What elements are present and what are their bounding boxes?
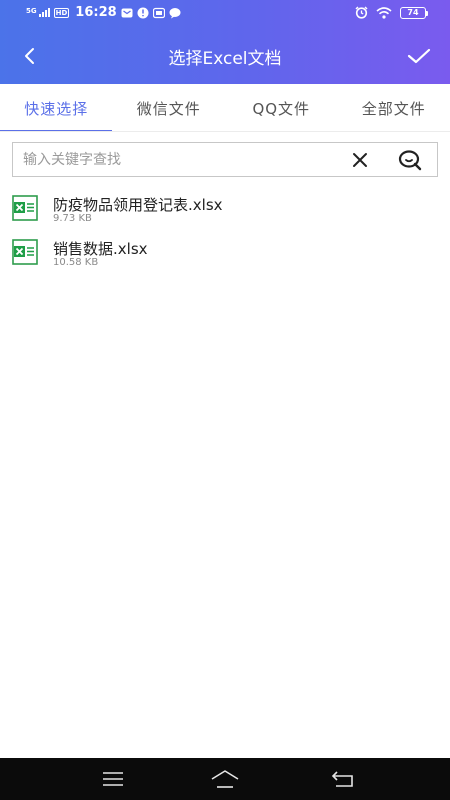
file-name: 防疫物品领用登记表.xlsx — [53, 196, 223, 214]
wifi-icon — [376, 6, 392, 19]
excel-file-icon — [12, 195, 38, 221]
file-list: 防疫物品领用登记表.xlsx 9.73 KB 销售数据.xlsx 10.58 K… — [0, 188, 450, 276]
battery-icon: 74 — [400, 6, 428, 19]
file-item[interactable]: 防疫物品领用登记表.xlsx 9.73 KB — [0, 188, 450, 232]
title-bar: 选择Excel文档 — [0, 28, 450, 84]
page-title: 选择Excel文档 — [168, 49, 282, 69]
tab-qq-files[interactable]: QQ文件 — [225, 84, 338, 132]
file-size: 9.73 KB — [53, 213, 92, 224]
tab-divider — [0, 131, 450, 132]
search-input[interactable] — [23, 150, 323, 170]
file-size: 10.58 KB — [53, 257, 99, 268]
clear-search-button[interactable] — [349, 150, 371, 170]
system-nav-bar — [0, 758, 450, 800]
confirm-button[interactable] — [404, 42, 434, 70]
menu-icon — [103, 772, 123, 786]
back-icon — [331, 771, 353, 787]
check-icon — [407, 48, 431, 64]
chat-icon — [169, 7, 181, 18]
status-time: 16:28 — [75, 5, 117, 20]
close-icon — [353, 153, 367, 167]
status-bar-right: 74 — [355, 6, 428, 19]
tab-quick-select[interactable]: 快速选择 — [0, 84, 113, 132]
file-name: 销售数据.xlsx — [53, 240, 148, 258]
tab-wechat-files[interactable]: 微信文件 — [113, 84, 226, 132]
nav-back-button[interactable] — [326, 766, 360, 792]
notification-icon — [137, 7, 149, 18]
tab-bar: 快速选择 微信文件 QQ文件 全部文件 — [0, 84, 450, 132]
tab-all-files[interactable]: 全部文件 — [338, 84, 450, 132]
mail-icon — [121, 8, 133, 17]
battery-level: 74 — [407, 7, 419, 17]
network-type-label: 5G — [26, 6, 37, 15]
signal-icon — [38, 8, 50, 17]
status-bar-left: 5G HD 16:28 — [26, 5, 181, 20]
home-icon — [211, 770, 239, 788]
search-button[interactable] — [397, 148, 423, 172]
menu-button[interactable] — [96, 766, 130, 792]
message-icon — [152, 7, 165, 18]
excel-file-icon — [12, 239, 38, 265]
app-header: 5G HD 16:28 74 选择Excel文档 — [0, 0, 450, 84]
file-item[interactable]: 销售数据.xlsx 10.58 KB — [0, 232, 450, 276]
hd-icon: HD — [53, 7, 70, 18]
search-box — [12, 142, 438, 177]
status-bar: 5G HD 16:28 74 — [0, 0, 450, 28]
search-icon — [398, 150, 422, 171]
alarm-icon — [355, 6, 368, 19]
home-button[interactable] — [208, 766, 242, 792]
